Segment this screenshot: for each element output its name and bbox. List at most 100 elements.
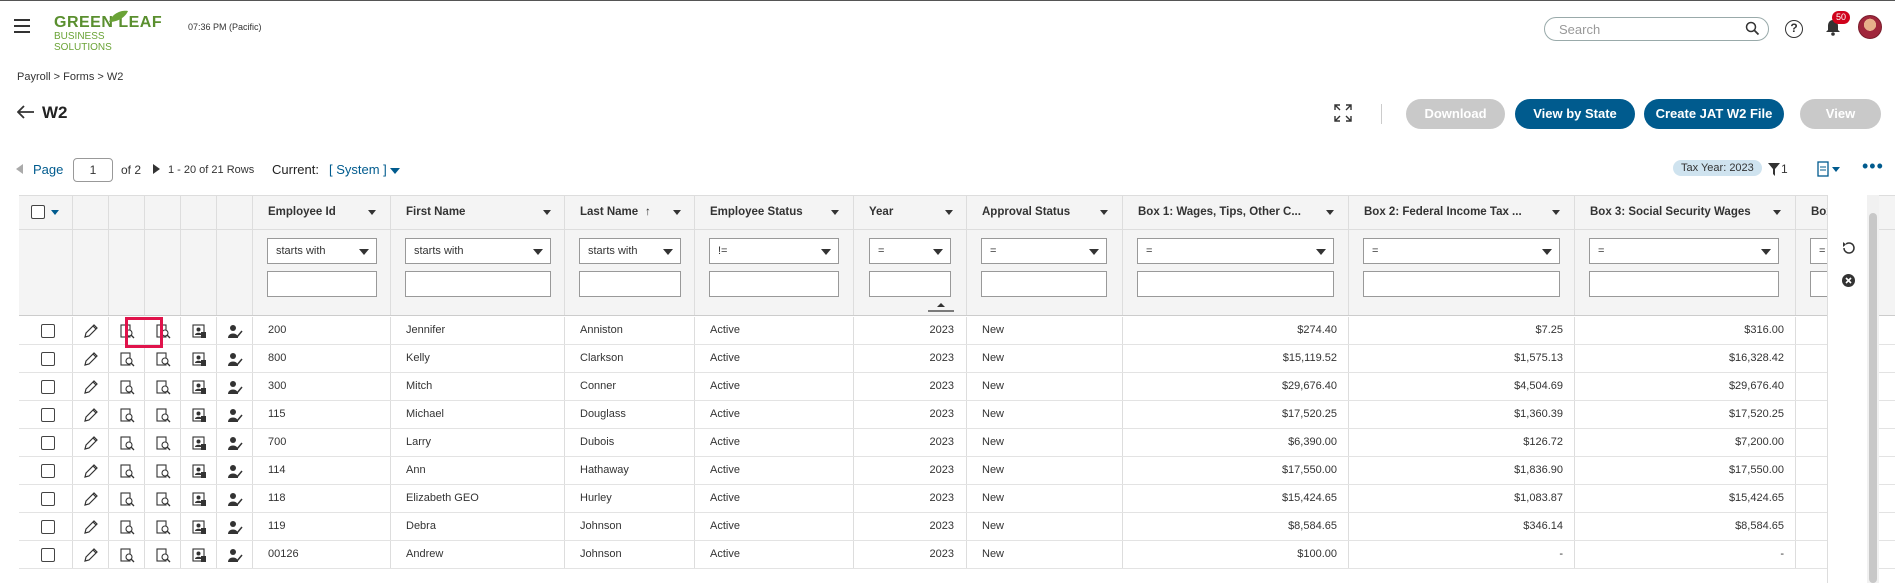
row-checkbox[interactable] xyxy=(41,492,55,506)
column-box2[interactable]: Box 2: Federal Income Tax ... xyxy=(1349,196,1575,229)
column-menu-icon[interactable] xyxy=(673,210,681,215)
assign-user-icon[interactable] xyxy=(227,463,243,479)
user-avatar[interactable] xyxy=(1858,15,1882,39)
edit-icon[interactable] xyxy=(83,519,99,535)
search-icon[interactable] xyxy=(1745,21,1760,36)
row-checkbox[interactable] xyxy=(41,408,55,422)
breadcrumb[interactable]: Payroll > Forms > W2 xyxy=(17,71,123,83)
filter-operator-select[interactable]: starts with xyxy=(579,238,681,264)
vertical-scrollbar[interactable] xyxy=(1867,195,1879,583)
preview-icon[interactable] xyxy=(119,435,135,451)
search-input[interactable] xyxy=(1557,18,1747,40)
view-doc-icon[interactable] xyxy=(155,519,171,535)
column-menu-icon[interactable] xyxy=(368,210,376,215)
view-by-state-button[interactable]: View by State xyxy=(1515,99,1635,129)
employee-doc-icon[interactable] xyxy=(191,547,207,563)
download-button[interactable]: Download xyxy=(1406,99,1505,129)
help-icon[interactable]: ? xyxy=(1785,20,1803,38)
assign-user-icon[interactable] xyxy=(227,491,243,507)
table-row[interactable]: 800 Kelly Clarkson Active 2023 New $15,119.52 $… xyxy=(19,345,1895,373)
column-box1[interactable]: Box 1: Wages, Tips, Other C... xyxy=(1123,196,1349,229)
filter-operator-select[interactable]: starts with xyxy=(267,238,377,264)
column-last-name[interactable]: Last Name ↑ xyxy=(565,196,695,229)
assign-user-icon[interactable] xyxy=(227,379,243,395)
company-logo[interactable]: GREEN LEAF BUSINESS SOLUTIONS xyxy=(54,10,164,53)
column-menu-icon[interactable] xyxy=(543,210,551,215)
row-checkbox[interactable] xyxy=(41,436,55,450)
column-box3[interactable]: Box 3: Social Security Wages xyxy=(1575,196,1796,229)
view-button[interactable]: View xyxy=(1800,99,1881,129)
column-menu-icon[interactable] xyxy=(945,210,953,215)
employee-doc-icon[interactable] xyxy=(191,351,207,367)
chevron-down-icon[interactable] xyxy=(51,210,59,215)
table-row[interactable]: 114 Ann Hathaway Active 2023 New $17,550.00 $1,… xyxy=(19,457,1895,485)
employee-doc-icon[interactable] xyxy=(191,379,207,395)
filter-value-input[interactable] xyxy=(267,271,377,297)
tax-year-chip[interactable]: Tax Year: 2023 xyxy=(1673,160,1762,176)
edit-icon[interactable] xyxy=(83,407,99,423)
preview-icon[interactable] xyxy=(119,491,135,507)
table-row[interactable]: 00126 Andrew Johnson Active 2023 New $100.00 - - xyxy=(19,541,1895,569)
edit-icon[interactable] xyxy=(83,435,99,451)
table-row[interactable]: 119 Debra Johnson Active 2023 New $8,584.65 $34… xyxy=(19,513,1895,541)
filter-operator-select[interactable]: = xyxy=(869,238,951,264)
employee-doc-icon[interactable] xyxy=(191,491,207,507)
preview-icon[interactable] xyxy=(119,407,135,423)
employee-doc-icon[interactable] xyxy=(191,323,207,339)
employee-doc-icon[interactable] xyxy=(191,407,207,423)
table-row[interactable]: 700 Larry Dubois Active 2023 New $6,390.00 $126… xyxy=(19,429,1895,457)
row-checkbox[interactable] xyxy=(41,380,55,394)
resize-handle-icon[interactable] xyxy=(928,303,954,312)
back-arrow-icon[interactable] xyxy=(17,105,35,119)
edit-icon[interactable] xyxy=(83,379,99,395)
edit-icon[interactable] xyxy=(83,463,99,479)
edit-icon[interactable] xyxy=(83,351,99,367)
filter-operator-select[interactable]: = xyxy=(1589,238,1779,264)
column-approval-status[interactable]: Approval Status xyxy=(967,196,1123,229)
sort-asc-icon[interactable]: ↑ xyxy=(645,206,651,218)
view-doc-icon[interactable] xyxy=(155,407,171,423)
employee-doc-icon[interactable] xyxy=(191,435,207,451)
view-doc-icon[interactable] xyxy=(155,547,171,563)
table-row[interactable]: 200 Jennifer Anniston Active 2023 New $274.40 $… xyxy=(19,317,1895,345)
assign-user-icon[interactable] xyxy=(227,407,243,423)
row-checkbox[interactable] xyxy=(41,324,55,338)
export-icon[interactable] xyxy=(1817,161,1841,177)
filter-value-input[interactable] xyxy=(1589,271,1779,297)
column-year[interactable]: Year xyxy=(854,196,967,229)
assign-user-icon[interactable] xyxy=(227,519,243,535)
assign-user-icon[interactable] xyxy=(227,547,243,563)
filter-value-input[interactable] xyxy=(405,271,551,297)
view-doc-icon[interactable] xyxy=(155,351,171,367)
column-menu-icon[interactable] xyxy=(1326,210,1334,215)
view-doc-icon[interactable] xyxy=(155,463,171,479)
row-checkbox[interactable] xyxy=(41,548,55,562)
edit-icon[interactable] xyxy=(83,547,99,563)
preview-icon[interactable] xyxy=(119,547,135,563)
filter-value-input[interactable] xyxy=(1363,271,1560,297)
reset-icon[interactable] xyxy=(1841,241,1856,256)
row-checkbox[interactable] xyxy=(41,520,55,534)
row-checkbox[interactable] xyxy=(41,352,55,366)
filter-operator-select[interactable]: = xyxy=(981,238,1107,264)
more-options-icon[interactable]: ••• xyxy=(1862,157,1884,175)
prev-page-icon[interactable] xyxy=(16,164,24,174)
filter-operator-select[interactable]: = xyxy=(1363,238,1560,264)
assign-user-icon[interactable] xyxy=(227,351,243,367)
filter-operator-select[interactable]: starts with xyxy=(405,238,551,264)
table-row[interactable]: 115 Michael Douglass Active 2023 New $17,520.2… xyxy=(19,401,1895,429)
scrollbar-thumb[interactable] xyxy=(1869,213,1877,583)
filter-value-input[interactable] xyxy=(709,271,839,297)
hamburger-menu-icon[interactable] xyxy=(14,19,30,33)
column-menu-icon[interactable] xyxy=(1552,210,1560,215)
assign-user-icon[interactable] xyxy=(227,323,243,339)
preview-icon[interactable] xyxy=(119,351,135,367)
preview-icon[interactable] xyxy=(119,463,135,479)
view-doc-icon[interactable] xyxy=(155,435,171,451)
edit-icon[interactable] xyxy=(83,491,99,507)
column-employee-status[interactable]: Employee Status xyxy=(695,196,854,229)
preview-icon[interactable] xyxy=(119,379,135,395)
filter-value-input[interactable] xyxy=(579,271,681,297)
expand-icon[interactable] xyxy=(1333,103,1353,123)
column-menu-icon[interactable] xyxy=(1773,210,1781,215)
